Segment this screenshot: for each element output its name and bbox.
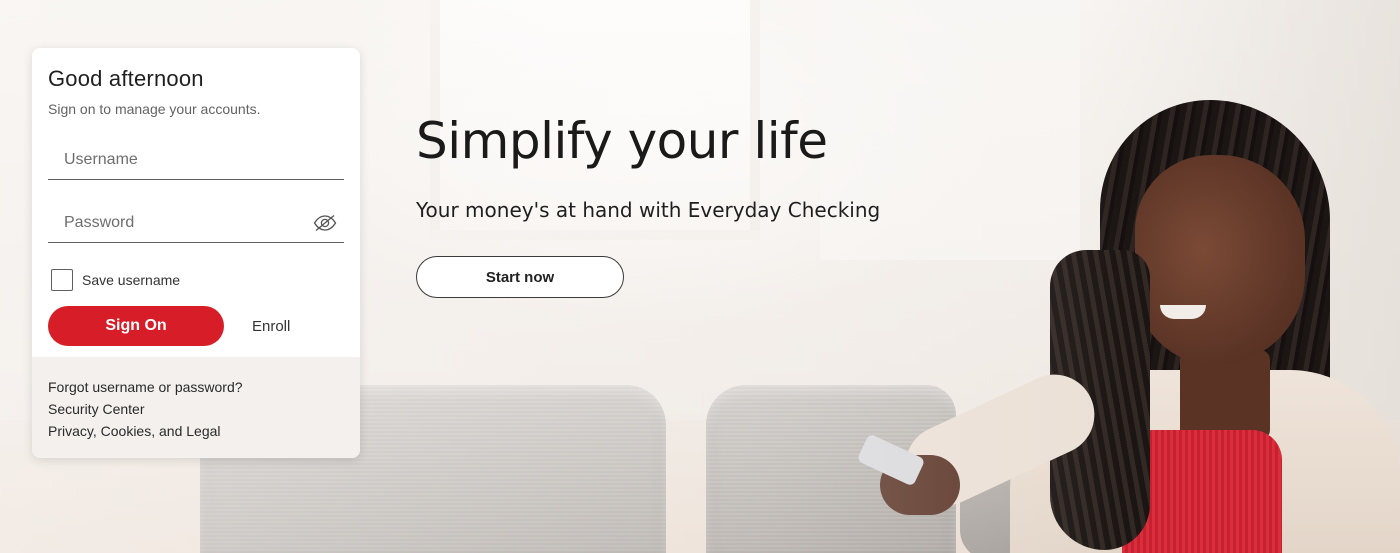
eye-slash-icon[interactable] bbox=[312, 210, 338, 236]
signon-form: Good afternoon Sign on to manage your ac… bbox=[32, 48, 360, 346]
save-username-checkbox[interactable] bbox=[51, 269, 73, 291]
sign-on-button[interactable]: Sign On bbox=[48, 306, 224, 346]
username-field bbox=[48, 141, 344, 180]
hero-headline: Simplify your life bbox=[416, 112, 828, 170]
save-username-row: Save username bbox=[48, 267, 344, 293]
start-now-button[interactable]: Start now bbox=[416, 256, 624, 298]
forgot-credentials-link[interactable]: Forgot username or password? bbox=[48, 376, 344, 398]
hero-subhead: Your money's at hand with Everyday Check… bbox=[416, 198, 881, 222]
password-field bbox=[48, 204, 344, 243]
password-input[interactable] bbox=[48, 204, 344, 242]
signon-footer: Forgot username or password? Security Ce… bbox=[32, 357, 360, 458]
signon-actions: Sign On Enroll bbox=[48, 306, 344, 346]
signon-card: Good afternoon Sign on to manage your ac… bbox=[32, 48, 360, 458]
enroll-link[interactable]: Enroll bbox=[252, 318, 290, 335]
save-username-label[interactable]: Save username bbox=[82, 272, 180, 288]
greeting-title: Good afternoon bbox=[48, 66, 204, 91]
signon-subtitle: Sign on to manage your accounts. bbox=[48, 101, 261, 117]
privacy-legal-link[interactable]: Privacy, Cookies, and Legal bbox=[48, 420, 344, 442]
username-input[interactable] bbox=[48, 141, 344, 179]
security-center-link[interactable]: Security Center bbox=[48, 398, 344, 420]
